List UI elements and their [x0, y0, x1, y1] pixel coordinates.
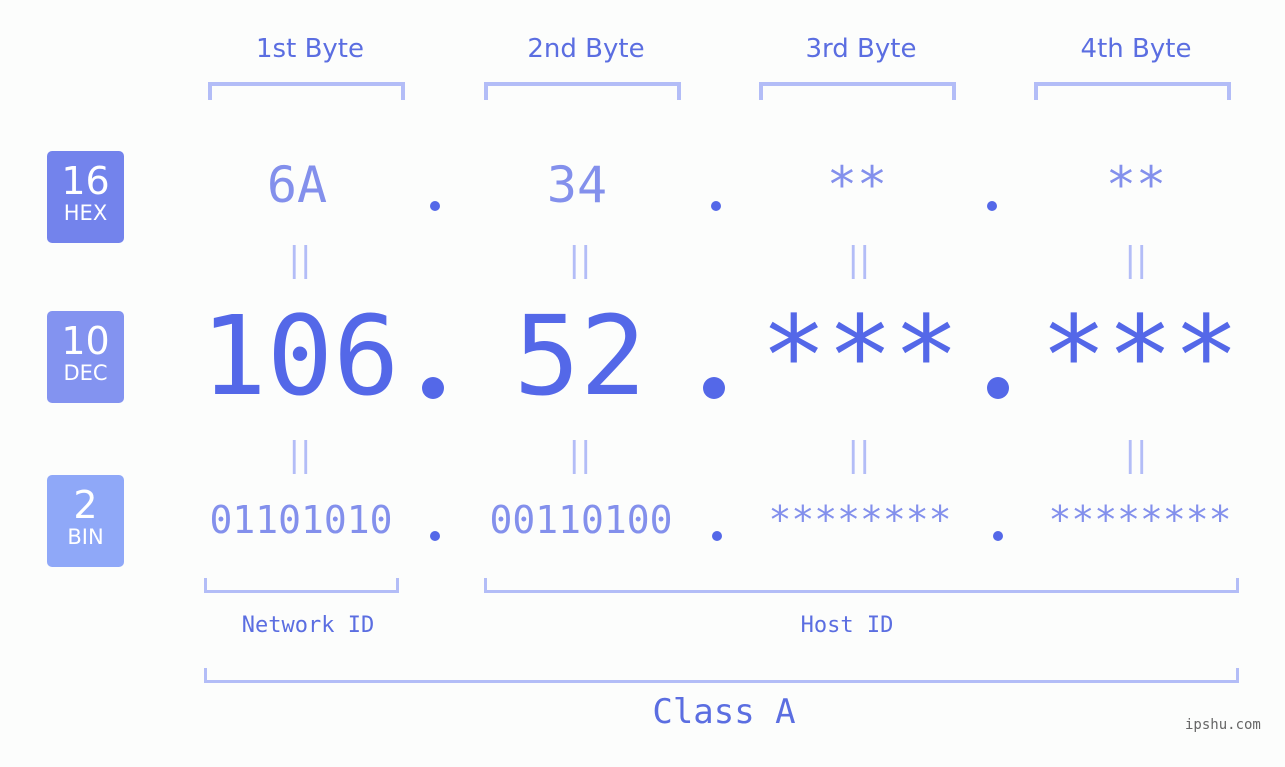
equals-dec-bin-1: || — [288, 435, 312, 475]
header-byte-1: 1st Byte — [256, 34, 364, 64]
dec-byte-3: *** — [760, 292, 960, 420]
header-byte-3: 3rd Byte — [805, 34, 917, 64]
bin-badge: 2 BIN — [47, 475, 124, 567]
dec-dot-1 — [422, 377, 444, 399]
hex-byte-3: ** — [826, 156, 888, 214]
bracket-byte-3 — [759, 82, 956, 100]
hex-byte-4: ** — [1105, 156, 1167, 214]
bin-dot-2 — [712, 531, 722, 541]
header-byte-4: 4th Byte — [1080, 34, 1192, 64]
host-id-bracket — [484, 578, 1239, 593]
equals-dec-bin-3: || — [847, 435, 871, 475]
dec-byte-1: 106 — [200, 292, 400, 420]
dec-badge: 10 DEC — [47, 311, 124, 403]
dec-dot-3 — [987, 377, 1009, 399]
dec-byte-4: *** — [1040, 292, 1240, 420]
host-id-label: Host ID — [800, 613, 894, 638]
hex-byte-2: 34 — [546, 156, 608, 214]
class-label: Class A — [652, 692, 796, 732]
bracket-byte-1 — [208, 82, 405, 100]
dec-badge-number: 10 — [61, 319, 110, 363]
dec-dot-2 — [703, 377, 725, 399]
bin-byte-1: 01101010 — [209, 498, 393, 542]
bracket-byte-2 — [484, 82, 681, 100]
hex-badge-number: 16 — [61, 159, 110, 203]
equals-dec-bin-2: || — [568, 435, 592, 475]
equals-hex-dec-1: || — [288, 240, 312, 280]
hex-badge: 16 HEX — [47, 151, 124, 243]
bracket-byte-4 — [1034, 82, 1231, 100]
equals-dec-bin-4: || — [1124, 435, 1148, 475]
equals-hex-dec-2: || — [568, 240, 592, 280]
network-id-bracket — [204, 578, 399, 593]
bin-byte-3: ******** — [768, 498, 952, 542]
hex-dot-3 — [987, 201, 997, 211]
class-bracket — [204, 668, 1239, 683]
bin-badge-label: BIN — [67, 525, 104, 549]
hex-dot-2 — [711, 201, 721, 211]
bin-byte-4: ******** — [1048, 498, 1232, 542]
hex-badge-label: HEX — [63, 201, 108, 225]
network-id-label: Network ID — [241, 613, 375, 638]
header-byte-2: 2nd Byte — [527, 34, 645, 64]
dec-byte-2: 52 — [513, 292, 647, 420]
bin-byte-2: 00110100 — [489, 498, 673, 542]
dec-badge-label: DEC — [63, 361, 108, 385]
bin-badge-number: 2 — [73, 483, 98, 527]
equals-hex-dec-3: || — [847, 240, 871, 280]
watermark: ipshu.com — [1185, 717, 1261, 733]
hex-byte-1: 6A — [266, 156, 328, 214]
bin-dot-3 — [993, 531, 1003, 541]
equals-hex-dec-4: || — [1124, 240, 1148, 280]
hex-dot-1 — [430, 201, 440, 211]
bin-dot-1 — [430, 531, 440, 541]
